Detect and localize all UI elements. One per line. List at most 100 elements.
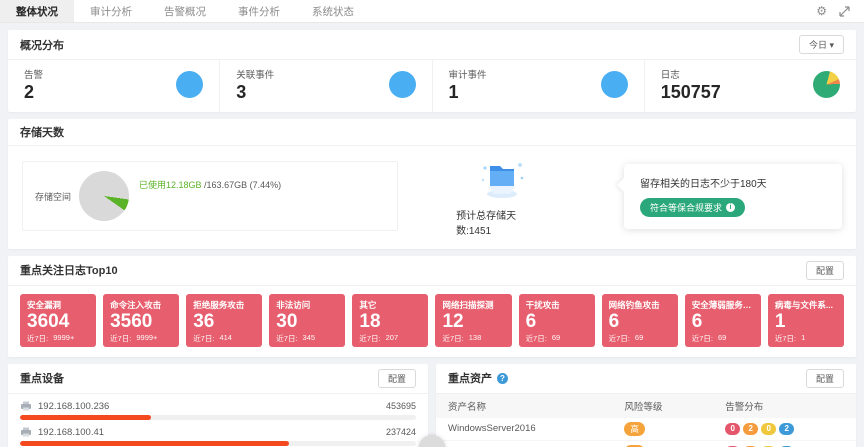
asset-row[interactable]: UAC 高 0200 <box>436 440 856 447</box>
alert-value: 30 <box>276 311 338 333</box>
alert-value: 12 <box>442 311 504 333</box>
alert-value: 18 <box>359 311 421 333</box>
assets-table: 资产名称 风险等级 告警分布 WindowsServer2016 高 0202 <box>436 394 856 447</box>
assets-config-button[interactable]: 配置 <box>806 369 844 388</box>
alert-title: 干扰攻击 <box>526 299 588 311</box>
top10-title: 重点关注日志Top10 <box>20 262 118 278</box>
settings-gear-icon[interactable]: ⚙ <box>816 5 827 17</box>
dashboard-page: 整体状况 审计分析 告警概况 事件分析 系统状态 ⚙ 概况分布 今日 ▾ 告警 … <box>0 0 864 447</box>
storage-space-label: 存储空间 <box>35 190 71 203</box>
retention-tip-text: 留存相关的日志不少于180天 <box>640 175 824 190</box>
stat-correlated-events[interactable]: 关联事件 3 <box>220 60 432 112</box>
stat-value: 2 <box>24 83 43 103</box>
stat-logs[interactable]: 日志 150757 <box>645 60 856 112</box>
top10-card-security-vuln[interactable]: 安全漏洞 3604 近7日:9999+ <box>20 294 96 347</box>
device-log-count: 237424 <box>386 427 416 437</box>
col-alert-distribution: 告警分布 <box>713 394 856 418</box>
key-assets-title: 重点资产 ? <box>448 370 508 386</box>
alert-distribution-badges: 0202 <box>725 423 794 435</box>
tab-event-analysis[interactable]: 事件分析 <box>222 0 296 22</box>
stat-value: 3 <box>236 83 274 103</box>
time-range-dropdown[interactable]: 今日 ▾ <box>799 35 844 54</box>
device-bar-track <box>20 441 416 446</box>
key-assets-card: 重点资产 ? 配置 资产名称 风险等级 告警分布 WindowsServer20… <box>436 364 856 447</box>
stat-label: 日志 <box>661 67 721 81</box>
top10-config-button[interactable]: 配置 <box>806 261 844 280</box>
alert-title: 命令注入攻击 <box>110 299 172 311</box>
help-icon[interactable]: ? <box>497 373 508 384</box>
alert-value: 6 <box>609 311 671 333</box>
tab-alert-overview[interactable]: 告警概况 <box>148 0 222 22</box>
top10-card-phishing[interactable]: 网络钓鱼攻击 6 近7日:69 <box>602 294 678 347</box>
info-icon: i <box>726 203 735 212</box>
alert-value: 36 <box>193 311 255 333</box>
top10-card-cmd-injection[interactable]: 命令注入攻击 3560 近7日:9999+ <box>103 294 179 347</box>
device-icon <box>20 401 32 411</box>
storage-used-value: 已使用12.18GB <box>139 180 202 190</box>
storage-space-box: 存储空间 已使用12.18GB /163.67GB (7.44%) <box>22 161 398 231</box>
alert-value: 6 <box>526 311 588 333</box>
top10-card-other[interactable]: 其它 18 近7日:207 <box>352 294 428 347</box>
stat-label: 告警 <box>24 67 43 81</box>
device-row[interactable]: 192.168.100.236 453695 <box>20 396 416 422</box>
asset-row[interactable]: WindowsServer2016 高 0202 <box>436 418 856 441</box>
device-ip: 192.168.100.41 <box>38 427 104 438</box>
overview-title: 概况分布 <box>20 37 64 53</box>
storage-card: 存储天数 存储空间 已使用12.18GB /163.67GB (7.44%) <box>8 119 856 249</box>
alert-title: 安全漏洞 <box>27 299 89 311</box>
compliance-badge-button[interactable]: 符合等保合规要求 i <box>640 198 745 217</box>
top10-card-network-scan[interactable]: 网络扫描探测 12 近7日:138 <box>435 294 511 347</box>
stat-audit-events[interactable]: 审计事件 1 <box>433 60 645 112</box>
alert-title: 网络扫描探测 <box>442 299 504 311</box>
alert-value: 1 <box>775 311 837 333</box>
key-devices-card: 重点设备 配置 192.168.100.236 453695 192.168.1… <box>8 364 428 447</box>
storage-usage-text: 已使用12.18GB /163.67GB (7.44%) <box>139 178 281 191</box>
stat-value: 150757 <box>661 83 721 103</box>
asset-name: WindowsServer2016 <box>436 418 612 441</box>
storage-days-block: 预计总存储天数:1451 <box>456 156 548 237</box>
alert-title: 病毒与文件系... <box>775 299 837 311</box>
alert-value: 3604 <box>27 311 89 333</box>
retention-tip-bubble: 留存相关的日志不少于180天 符合等保合规要求 i <box>624 164 842 229</box>
alert-title: 其它 <box>359 299 421 311</box>
fullscreen-icon[interactable] <box>839 6 850 17</box>
alert-title: 网络钓鱼攻击 <box>609 299 671 311</box>
top-tab-bar: 整体状况 审计分析 告警概况 事件分析 系统状态 ⚙ <box>0 0 864 23</box>
event-circle-icon <box>389 71 416 98</box>
estimated-storage-days: 预计总存储天数:1451 <box>456 207 548 237</box>
risk-badge: 高 <box>624 422 645 436</box>
tab-audit-analysis[interactable]: 审计分析 <box>74 0 148 22</box>
overview-stats-row: 告警 2 关联事件 3 审计事件 1 日志 150757 <box>8 60 856 112</box>
stat-alerts[interactable]: 告警 2 <box>8 60 220 112</box>
top10-card: 重点关注日志Top10 配置 安全漏洞 3604 近7日:9999+ 命令注入攻… <box>8 256 856 357</box>
log-pie-chart-icon <box>813 71 840 98</box>
top10-card-illegal-access[interactable]: 非法访问 30 近7日:345 <box>269 294 345 347</box>
overview-card: 概况分布 今日 ▾ 告警 2 关联事件 3 审计事件 1 日志 <box>8 30 856 112</box>
stat-value: 1 <box>449 83 487 103</box>
tab-overall-status[interactable]: 整体状况 <box>0 0 74 22</box>
top10-card-virus-file[interactable]: 病毒与文件系... 1 近7日:1 <box>768 294 844 347</box>
top10-cards-row: 安全漏洞 3604 近7日:9999+ 命令注入攻击 3560 近7日:9999… <box>8 286 856 357</box>
key-devices-title: 重点设备 <box>20 370 64 386</box>
storage-title: 存储天数 <box>20 124 64 140</box>
alert-value: 6 <box>692 311 754 333</box>
alert-value: 3560 <box>110 311 172 333</box>
alert-title: 拒绝服务攻击 <box>193 299 255 311</box>
device-row[interactable]: 192.168.100.41 237424 <box>20 422 416 447</box>
col-asset-name: 资产名称 <box>436 394 612 418</box>
alert-circle-icon <box>176 71 203 98</box>
alert-title: 非法访问 <box>276 299 338 311</box>
tab-system-status[interactable]: 系统状态 <box>296 0 370 22</box>
top10-card-weak-service[interactable]: 安全薄弱服务攻击 6 近7日:69 <box>685 294 761 347</box>
device-bar-track <box>20 415 416 420</box>
device-ip: 192.168.100.236 <box>38 401 109 412</box>
alert-title: 安全薄弱服务攻击 <box>692 299 754 311</box>
device-bar-fill <box>20 441 289 446</box>
devices-config-button[interactable]: 配置 <box>378 369 416 388</box>
device-icon <box>20 427 32 437</box>
col-risk-level: 风险等级 <box>612 394 713 418</box>
device-bar-fill <box>20 415 151 420</box>
top10-card-interference[interactable]: 干扰攻击 6 近7日:69 <box>519 294 595 347</box>
stat-label: 审计事件 <box>449 67 487 81</box>
top10-card-dos[interactable]: 拒绝服务攻击 36 近7日:414 <box>186 294 262 347</box>
